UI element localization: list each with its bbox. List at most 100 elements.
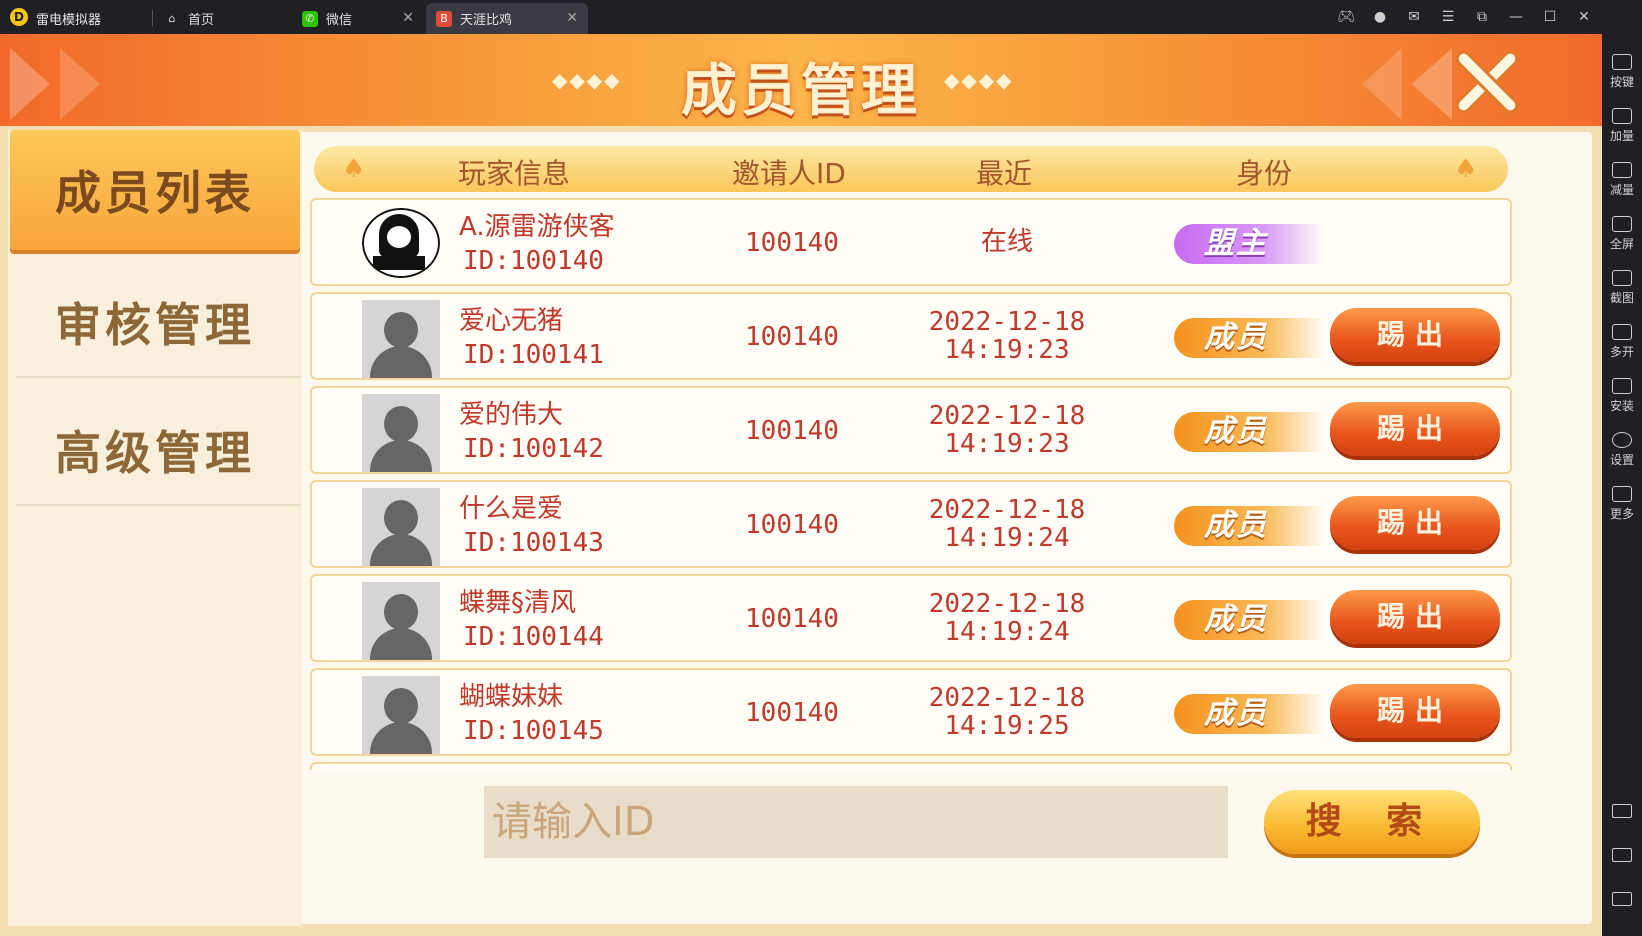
last-seen: 2022-12-18 14:19:25: [912, 684, 1102, 740]
avatar-body: [370, 722, 432, 754]
inviter-id: 100140: [745, 698, 839, 728]
scissors-icon: [1612, 270, 1632, 286]
toolbar-label: 截图: [1609, 291, 1634, 305]
minimize-icon[interactable]: —: [1502, 6, 1530, 28]
add-window-icon: [1612, 324, 1632, 340]
spade-icon: ♠: [1454, 154, 1478, 184]
table-row: 爱心无猪 ID:100141 100140 2022-12-18 14:19:23…: [310, 292, 1512, 380]
last-seen-time: 14:19:23: [944, 335, 1070, 365]
inviter-id: 100140: [745, 604, 839, 634]
last-seen-time: 14:19:24: [944, 617, 1070, 647]
screenshot-button[interactable]: 截图: [1602, 270, 1642, 306]
fullscreen-button[interactable]: 全屏: [1602, 216, 1642, 252]
toolbar-label: 设置: [1609, 453, 1634, 467]
avatar-body: [370, 346, 432, 378]
avatar[interactable]: [362, 676, 440, 754]
home-nav-icon[interactable]: [1612, 848, 1632, 862]
last-seen-time: 14:19:25: [944, 711, 1070, 741]
table-row: 爱的伟大 ID:100142 100140 2022-12-18 14:19:23…: [310, 386, 1512, 474]
table-row-partial: [310, 762, 1512, 770]
avatar[interactable]: [362, 208, 440, 278]
close-tab-icon[interactable]: ✕: [402, 10, 414, 26]
search-input[interactable]: [484, 786, 1228, 858]
kick-button[interactable]: 踢出: [1330, 402, 1500, 456]
toolbar-label: 多开: [1609, 345, 1634, 359]
wechat-icon: ✆: [302, 10, 318, 27]
sidebar-item-advanced[interactable]: 高级管理: [8, 388, 302, 512]
player-id: ID:100143: [463, 528, 604, 558]
tab-wechat[interactable]: ✆ 微信 ✕: [292, 3, 424, 34]
menu-icon[interactable]: ☰: [1434, 6, 1462, 28]
sidebar-divider: [16, 376, 300, 378]
toolbar-label: 更多: [1609, 507, 1634, 521]
install-apk-button[interactable]: 安装: [1602, 378, 1642, 414]
sidebar-divider: [16, 504, 300, 506]
kick-button[interactable]: 踢出: [1330, 684, 1500, 738]
close-tab-icon[interactable]: ✕: [566, 10, 578, 26]
sidebar-item-review[interactable]: 审核管理: [8, 260, 302, 384]
player-name: 爱心无猪: [459, 306, 564, 336]
multi-instance-button[interactable]: 多开: [1602, 324, 1642, 360]
column-header: 玩家信息: [458, 157, 571, 190]
last-seen-date: 2022-12-18: [928, 589, 1086, 619]
window-controls: 🎮︎ ● ✉ ☰ ⧉ — ☐ ✕ «: [1332, 6, 1632, 28]
volume-down-button[interactable]: 减量: [1602, 162, 1642, 198]
avatar[interactable]: [362, 582, 440, 660]
recent-apps-icon[interactable]: [1612, 892, 1632, 906]
apk-icon: [1612, 378, 1632, 394]
role-badge: 成员: [1174, 412, 1324, 452]
popout-icon[interactable]: ⧉: [1468, 6, 1496, 28]
player-id: ID:100140: [463, 246, 604, 276]
close-window-icon[interactable]: ✕: [1570, 6, 1598, 28]
last-seen: 2022-12-18 14:19:23: [912, 402, 1102, 458]
maximize-icon[interactable]: ☐: [1536, 6, 1564, 28]
volume-up-button[interactable]: 加量: [1602, 108, 1642, 144]
avatar[interactable]: [362, 488, 440, 566]
avatar-head: [384, 500, 418, 536]
app-name: 雷电模拟器: [36, 13, 102, 28]
more-icon: [1612, 486, 1632, 502]
player-id: ID:100142: [463, 434, 604, 464]
dialog-header: ◆◆◆◆ 成员管理 ◆◆◆◆: [0, 34, 1602, 126]
last-seen: 2022-12-18 14:19:23: [912, 308, 1102, 364]
gamepad-icon[interactable]: 🎮︎: [1332, 6, 1360, 28]
tab-separator: [152, 10, 153, 26]
close-dialog-button[interactable]: [1448, 44, 1524, 120]
mail-icon[interactable]: ✉: [1400, 6, 1428, 28]
sidebar-item-member-list[interactable]: 成员列表: [10, 130, 300, 250]
avatar[interactable]: [362, 394, 440, 472]
last-seen-date: 2022-12-18: [928, 495, 1086, 525]
avatar-head: [384, 594, 418, 630]
last-seen: 2022-12-18 14:19:24: [912, 590, 1102, 646]
kick-button[interactable]: 踢出: [1330, 496, 1500, 550]
game-screen: ◆◆◆◆ 成员管理 ◆◆◆◆ 成员列表 审核管理 高级管理 ♠ 玩家信息 邀请人…: [0, 34, 1602, 936]
inviter-id: 100140: [745, 228, 839, 258]
tab-game[interactable]: B 天涯比鸡 ✕: [426, 3, 588, 34]
back-icon[interactable]: [1612, 804, 1632, 818]
volume-down-icon: [1612, 162, 1632, 178]
last-seen: 2022-12-18 14:19:24: [912, 496, 1102, 552]
avatar-head: [384, 688, 418, 724]
toolbar-label: 加量: [1609, 129, 1634, 143]
search-button[interactable]: 搜 索: [1264, 790, 1480, 854]
avatar-face: [387, 226, 411, 248]
role-badge: 成员: [1174, 506, 1324, 546]
role-badge: 盟主: [1174, 224, 1324, 264]
keymap-button[interactable]: 按键: [1602, 54, 1642, 90]
home-icon: ⌂: [168, 11, 176, 25]
inviter-id: 100140: [745, 416, 839, 446]
avatar[interactable]: [362, 300, 440, 378]
account-icon[interactable]: ●: [1366, 6, 1394, 28]
more-button[interactable]: 更多: [1602, 486, 1642, 522]
tab-home[interactable]: ⌂ 首页: [154, 3, 290, 34]
inviter-id: 100140: [745, 322, 839, 352]
kick-button[interactable]: 踢出: [1330, 590, 1500, 644]
last-seen-time: 14:19:23: [944, 429, 1070, 459]
settings-button[interactable]: 设置: [1602, 432, 1642, 468]
keyboard-icon: [1612, 54, 1632, 70]
kick-button[interactable]: 踢出: [1330, 308, 1500, 362]
suit-decoration-right: ◆◆◆◆: [944, 68, 1014, 92]
avatar-body: [370, 440, 432, 472]
last-seen-date: 2022-12-18: [928, 401, 1086, 431]
player-id: ID:100145: [463, 716, 604, 746]
